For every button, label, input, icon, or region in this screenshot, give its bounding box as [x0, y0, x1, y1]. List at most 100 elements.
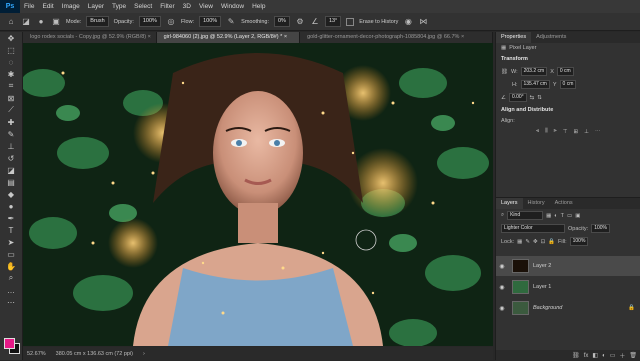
- menu-select[interactable]: Select: [130, 3, 156, 10]
- align-hcenter-icon[interactable]: ⫼: [545, 128, 548, 135]
- lock-paint-icon[interactable]: ✎: [525, 239, 530, 245]
- gradient-tool-icon[interactable]: ▤: [0, 176, 22, 188]
- crop-tool-icon[interactable]: ⌗: [0, 80, 22, 92]
- brush-tool-icon[interactable]: ✎: [0, 128, 22, 140]
- menu-file[interactable]: File: [20, 3, 38, 10]
- fx-icon[interactable]: fx: [584, 353, 589, 359]
- visibility-eye-icon[interactable]: ◉: [496, 305, 508, 312]
- trash-icon[interactable]: 🗑: [629, 352, 637, 359]
- opacity-field[interactable]: 100%: [138, 16, 161, 27]
- menu-filter[interactable]: Filter: [156, 3, 178, 10]
- lock-icon[interactable]: 🔒: [628, 305, 635, 311]
- symmetry-icon[interactable]: ⋈: [418, 17, 428, 27]
- eyedropper-tool-icon[interactable]: ⟋: [0, 104, 22, 116]
- erase-history-checkbox[interactable]: [346, 17, 355, 26]
- marquee-tool-icon[interactable]: ⬚: [0, 44, 22, 56]
- flip-vertical-icon[interactable]: ⇅: [537, 95, 542, 101]
- frame-tool-icon[interactable]: ⊠: [0, 92, 22, 104]
- flow-field[interactable]: 100%: [199, 16, 222, 27]
- eraser-tool-icon[interactable]: ◪: [21, 17, 31, 27]
- zoom-tool-icon[interactable]: ⌕: [0, 272, 22, 284]
- shape-tool-icon[interactable]: ▭: [0, 248, 22, 260]
- x-field[interactable]: 0 cm: [556, 67, 574, 76]
- pressure-opacity-icon[interactable]: ◎: [166, 17, 176, 27]
- brush-preset-icon[interactable]: ●: [36, 17, 46, 27]
- new-layer-icon[interactable]: ＋: [619, 351, 625, 360]
- layer-name[interactable]: Layer 1: [533, 284, 551, 290]
- more-tools-icon[interactable]: …: [0, 284, 22, 296]
- clone-stamp-tool-icon[interactable]: ⊥: [0, 140, 22, 152]
- filter-type-icon[interactable]: T: [561, 213, 564, 219]
- layer-opacity-field[interactable]: 100%: [591, 224, 610, 233]
- new-group-icon[interactable]: ▭: [610, 352, 616, 359]
- add-mask-icon[interactable]: ◧: [592, 352, 598, 359]
- filter-adjust-icon[interactable]: ◐: [554, 213, 557, 219]
- align-vcenter-icon[interactable]: ⊞: [574, 129, 579, 135]
- menu-image[interactable]: Image: [58, 3, 84, 10]
- menu-layer[interactable]: Layer: [84, 3, 108, 10]
- mode-select[interactable]: Brush: [86, 16, 109, 27]
- visibility-eye-icon[interactable]: ◉: [496, 284, 508, 291]
- link-layers-icon[interactable]: ⛓: [572, 352, 580, 359]
- blend-mode-select[interactable]: Lighter Color: [501, 224, 565, 233]
- filter-shape-icon[interactable]: ▭: [567, 213, 572, 219]
- menu-type[interactable]: Type: [108, 3, 130, 10]
- lock-move-icon[interactable]: ✥: [533, 239, 538, 245]
- lasso-tool-icon[interactable]: ◌: [0, 56, 22, 68]
- menu-window[interactable]: Window: [217, 3, 248, 10]
- adjustment-layer-icon[interactable]: ◐: [602, 353, 606, 359]
- foreground-color-swatch[interactable]: [4, 338, 15, 349]
- lock-artboard-icon[interactable]: ⊡: [541, 239, 546, 245]
- airbrush-icon[interactable]: ✎: [226, 17, 236, 27]
- menu-help[interactable]: Help: [248, 3, 269, 10]
- more-options-icon[interactable]: ⋯: [595, 129, 601, 135]
- home-icon[interactable]: ⌂: [6, 17, 16, 27]
- y-field[interactable]: 0 cm: [559, 80, 577, 89]
- eraser-tool-icon[interactable]: ◪: [0, 164, 22, 176]
- dodge-tool-icon[interactable]: ●: [0, 200, 22, 212]
- align-bottom-icon[interactable]: ⊥: [584, 129, 589, 135]
- history-brush-tool-icon[interactable]: ↺: [0, 152, 22, 164]
- menu-3d[interactable]: 3D: [179, 3, 195, 10]
- tab-adjustments[interactable]: Adjustments: [531, 32, 571, 43]
- flip-horizontal-icon[interactable]: ⇆: [530, 95, 535, 101]
- tab-gold-glitter[interactable]: gold-glitter-ornament-decor-photograph-1…: [300, 32, 493, 43]
- tab-logo-rodex[interactable]: logo rodex socials - Copy.jpg @ 52.9% (R…: [23, 32, 157, 43]
- quick-select-tool-icon[interactable]: ✱: [0, 68, 22, 80]
- align-left-icon[interactable]: ⫷: [536, 128, 539, 135]
- pen-tool-icon[interactable]: ✒: [0, 212, 22, 224]
- edit-toolbar-icon[interactable]: ⋯: [0, 296, 22, 308]
- menu-edit[interactable]: Edit: [38, 3, 57, 10]
- visibility-eye-icon[interactable]: ◉: [496, 263, 508, 270]
- fill-field[interactable]: 100%: [569, 237, 589, 246]
- menu-view[interactable]: View: [195, 3, 217, 10]
- status-arrow-icon[interactable]: ›: [143, 351, 145, 357]
- tab-history[interactable]: History: [523, 198, 550, 209]
- tab-actions[interactable]: Actions: [550, 198, 578, 209]
- app-logo[interactable]: Ps: [0, 0, 20, 13]
- layer-row-layer-1[interactable]: ◉ Layer 1: [496, 277, 640, 297]
- width-field[interactable]: 203.2 cm: [520, 67, 548, 76]
- healing-tool-icon[interactable]: ✚: [0, 116, 22, 128]
- pressure-size-icon[interactable]: ◉: [403, 17, 413, 27]
- blur-tool-icon[interactable]: ◆: [0, 188, 22, 200]
- filter-pixel-icon[interactable]: ▦: [546, 213, 551, 219]
- align-right-icon[interactable]: ⫸: [554, 128, 557, 135]
- lock-pixels-icon[interactable]: ▦: [517, 239, 522, 245]
- angle-field[interactable]: 0.00°: [508, 93, 527, 102]
- layer-name[interactable]: Background: [533, 305, 562, 311]
- smoothing-field[interactable]: 0%: [273, 16, 290, 27]
- smoothing-settings-icon[interactable]: ⚙: [295, 17, 305, 27]
- tab-girl-image[interactable]: girl-984060 (2).jpg @ 52.9% (Layer 2, RG…: [156, 32, 301, 43]
- filter-kind-select[interactable]: Kind: [507, 211, 544, 220]
- zoom-level[interactable]: 52.67%: [27, 351, 46, 357]
- align-top-icon[interactable]: ⊤: [563, 129, 568, 135]
- lock-all-icon[interactable]: 🔒: [548, 239, 555, 245]
- hand-tool-icon[interactable]: ✋: [0, 260, 22, 272]
- layer-row-background[interactable]: ◉ Background 🔒: [496, 298, 640, 318]
- move-tool-icon[interactable]: ✥: [0, 32, 22, 44]
- filter-smart-icon[interactable]: ▣: [575, 213, 580, 219]
- document-canvas[interactable]: [23, 43, 493, 346]
- brush-settings-icon[interactable]: ▣: [51, 17, 61, 27]
- layer-row-layer-2[interactable]: ◉ Layer 2: [496, 256, 640, 276]
